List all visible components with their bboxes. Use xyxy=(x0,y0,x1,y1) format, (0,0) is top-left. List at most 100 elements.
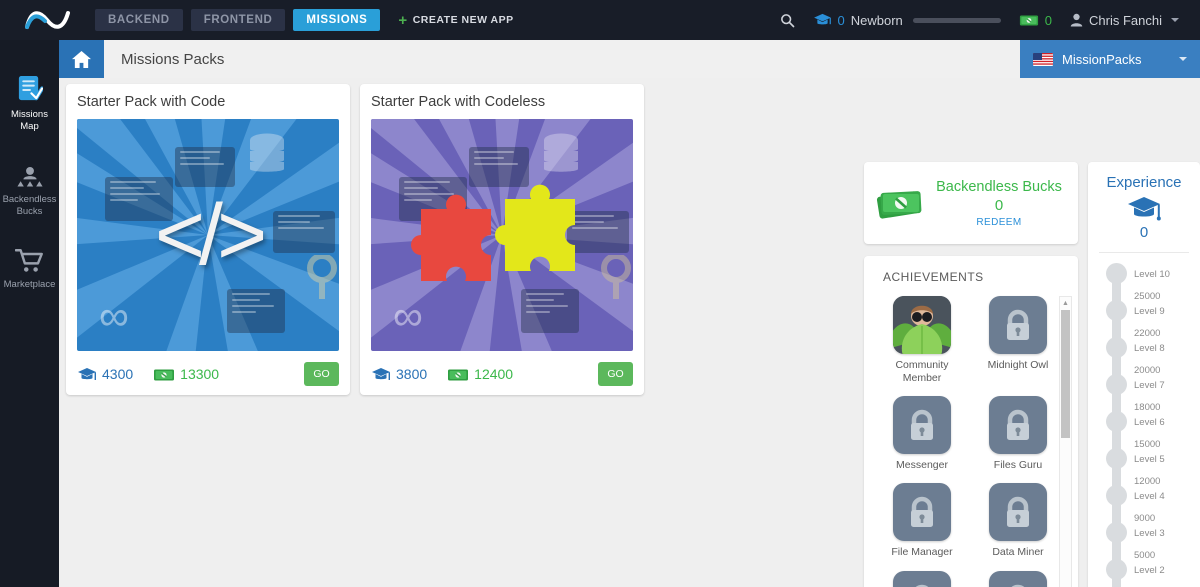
mission-pack-bucks-value: 13300 xyxy=(180,366,220,382)
mission-pack-bucks: 12400 xyxy=(447,366,513,382)
mission-packs-selector[interactable]: MissionPacks xyxy=(1020,40,1200,78)
level-dot xyxy=(1106,485,1127,506)
mission-pack-bucks-value: 12400 xyxy=(474,366,514,382)
experience-rank: Newborn xyxy=(850,12,903,28)
lock-icon xyxy=(989,570,1047,587)
backendless-bucks-panel: Backendless Bucks 0 REDEEM xyxy=(864,162,1078,244)
mission-pack-footer: 4300 13300 GO xyxy=(77,362,339,386)
sidebar-item-marketplace-label: Marketplace xyxy=(3,278,56,290)
breadcrumb-bar: Missions Packs MissionPacks xyxy=(59,40,1200,78)
achievement-item[interactable]: Midnight Owl xyxy=(974,296,1062,394)
graduation-cap-icon xyxy=(78,367,96,380)
level-marker[interactable]: Level 5 12000 xyxy=(1088,448,1200,487)
backendless-bucks-icon xyxy=(15,155,45,189)
mission-pack-xp-value: 3800 xyxy=(396,366,428,382)
us-flag-icon xyxy=(1033,52,1053,66)
chevron-down-icon xyxy=(1171,18,1179,22)
home-icon xyxy=(72,50,91,68)
search-icon xyxy=(780,13,794,27)
lock-icon xyxy=(893,483,951,542)
plus-icon: + xyxy=(398,11,408,29)
achievement-item[interactable]: Community Member xyxy=(878,296,966,394)
graduation-cap-icon xyxy=(813,13,831,25)
mission-pack-footer: 3800 12400 GO xyxy=(371,362,633,386)
level-name: Level 10 xyxy=(1134,269,1170,280)
infinity-icon: ∞ xyxy=(393,292,423,339)
achievement-item[interactable]: Files Guru xyxy=(974,396,1062,481)
chevron-down-icon xyxy=(1179,57,1187,61)
level-marker[interactable]: Level 2 2000 xyxy=(1088,559,1200,587)
achievements-panel: ACHIEVEMENTS Community Member Midnight O… xyxy=(864,256,1078,587)
mission-pack-xp-value: 4300 xyxy=(102,366,134,382)
sidebar-item-missions-map[interactable]: Missions Map xyxy=(0,62,59,147)
go-button[interactable]: GO xyxy=(304,362,339,386)
level-marker[interactable]: Level 7 18000 xyxy=(1088,374,1200,413)
level-marker[interactable]: Level 6 15000 xyxy=(1088,411,1200,450)
level-dot xyxy=(1106,411,1127,432)
shopping-cart-icon xyxy=(14,240,45,274)
go-button[interactable]: GO xyxy=(598,362,633,386)
page-title: Missions Packs xyxy=(121,50,225,68)
user-icon xyxy=(1070,13,1083,27)
level-marker[interactable]: Level 10 25000 xyxy=(1088,263,1200,302)
lock-icon xyxy=(893,570,951,587)
achievements-scrollbar[interactable]: ▲ ▼ xyxy=(1059,296,1072,587)
tab-backend[interactable]: BACKEND xyxy=(95,9,183,31)
level-dot xyxy=(1106,448,1127,469)
primary-nav-tabs: BACKEND FRONTEND MISSIONS xyxy=(95,9,381,31)
mission-pack-card[interactable]: Starter Pack with Code </> ∞ 4300 13300 … xyxy=(66,84,350,395)
tab-frontend[interactable]: FRONTEND xyxy=(190,9,286,31)
user-menu-button[interactable]: Chris Fanchi xyxy=(1061,0,1188,40)
money-stack-icon xyxy=(872,185,928,221)
mission-pack-xp: 4300 xyxy=(77,366,133,382)
money-icon xyxy=(1019,15,1038,26)
bucks-indicator[interactable]: 0 xyxy=(1010,0,1061,40)
achievement-item[interactable] xyxy=(974,570,1062,587)
achievement-item[interactable]: Data Miner xyxy=(974,483,1062,568)
level-marker[interactable]: Level 9 22000 xyxy=(1088,300,1200,339)
topbar-right-cluster: 0 Newborn 0 Chris Fanchi xyxy=(771,0,1200,40)
backendless-bucks-value: 0 xyxy=(994,196,1004,214)
level-dot xyxy=(1106,263,1127,284)
triangle-up-icon[interactable]: ▲ xyxy=(1060,297,1071,310)
puzzle-pieces-art: ∞ xyxy=(371,119,633,351)
achievement-name: Data Miner xyxy=(992,546,1044,559)
achievements-grid: Community Member Midnight Owl Messenger … xyxy=(878,296,1062,587)
mission-pack-cards: Starter Pack with Code </> ∞ 4300 13300 … xyxy=(66,84,644,395)
main-content: Starter Pack with Code </> ∞ 4300 13300 … xyxy=(59,78,1200,587)
achievements-header: ACHIEVEMENTS xyxy=(883,270,984,284)
level-name: Level 8 xyxy=(1134,343,1165,354)
search-button[interactable] xyxy=(771,0,804,40)
backendless-logo-icon[interactable] xyxy=(0,0,95,40)
level-name: Level 2 xyxy=(1134,565,1165,576)
level-name: Level 5 xyxy=(1134,454,1165,465)
redeem-link[interactable]: REDEEM xyxy=(928,217,1070,228)
user-name-label: Chris Fanchi xyxy=(1089,12,1162,28)
level-dot xyxy=(1106,522,1127,543)
level-dot xyxy=(1106,374,1127,395)
achievement-item[interactable]: File Manager xyxy=(878,483,966,568)
achievement-name: File Manager xyxy=(891,546,953,559)
scrollbar-thumb[interactable] xyxy=(1061,310,1070,438)
create-new-app-label: CREATE NEW APP xyxy=(412,14,514,26)
achievement-item[interactable] xyxy=(878,570,966,587)
sidebar-item-backendless-bucks[interactable]: Backendless Bucks xyxy=(0,147,59,232)
level-marker[interactable]: Level 8 20000 xyxy=(1088,337,1200,376)
right-rail: Backendless Bucks 0 REDEEM ACHIEVEMENTS xyxy=(862,162,1200,587)
experience-indicator[interactable]: 0 Newborn xyxy=(804,0,1010,40)
tab-missions[interactable]: MISSIONS xyxy=(293,9,381,31)
mission-pack-card[interactable]: Starter Pack with Codeless ∞ 3800 12400 … xyxy=(360,84,644,395)
level-marker[interactable]: Level 4 9000 xyxy=(1088,485,1200,524)
mission-pack-xp: 3800 xyxy=(371,366,427,382)
achievement-item[interactable]: Messenger xyxy=(878,396,966,481)
achievement-name: Files Guru xyxy=(993,459,1043,472)
app-root: BACKEND FRONTEND MISSIONS + CREATE NEW A… xyxy=(0,0,1200,587)
lock-icon xyxy=(893,396,951,455)
sidebar-item-marketplace[interactable]: Marketplace xyxy=(0,232,59,305)
level-marker[interactable]: Level 3 5000 xyxy=(1088,522,1200,561)
newborn-avatar-icon xyxy=(893,296,951,354)
top-navigation-bar: BACKEND FRONTEND MISSIONS + CREATE NEW A… xyxy=(0,0,1200,40)
home-button[interactable] xyxy=(59,40,104,78)
create-new-app-button[interactable]: + CREATE NEW APP xyxy=(398,13,513,28)
lock-icon xyxy=(989,396,1047,455)
